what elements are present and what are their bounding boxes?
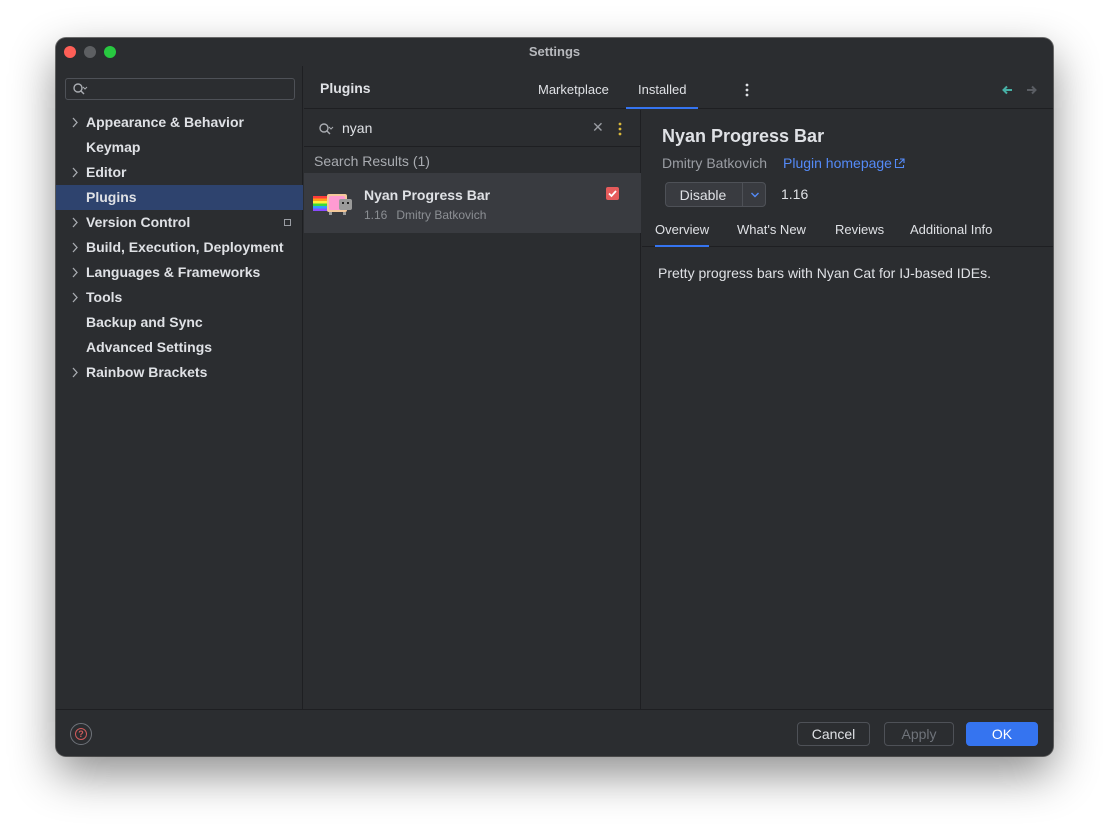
sidebar-item-advanced-settings[interactable]: Advanced Settings: [56, 335, 303, 360]
disable-split-button: Disable: [665, 182, 766, 207]
checkmark-icon: [608, 190, 617, 198]
chevron-right-icon[interactable]: [70, 160, 80, 185]
sidebar-item-backup-sync[interactable]: Backup and Sync: [56, 310, 303, 335]
plugin-detail-vendor[interactable]: Dmitry Batkovich: [662, 155, 767, 171]
chevron-down-icon: [751, 192, 759, 198]
dialog-footer: ? Cancel Apply OK: [56, 709, 1053, 756]
clear-search-icon[interactable]: ✕: [592, 119, 604, 136]
apply-button[interactable]: Apply: [884, 722, 954, 746]
sidebar-item-label: Plugins: [86, 189, 137, 205]
tab-overview[interactable]: Overview: [655, 222, 710, 247]
disable-button[interactable]: Disable: [666, 187, 740, 203]
sidebar-item-label: Editor: [86, 164, 127, 180]
plugin-meta: 1.16 Dmitry Batkovich: [364, 208, 486, 222]
page-title: Plugins: [320, 80, 371, 96]
plugin-description: Pretty progress bars with Nyan Cat for I…: [658, 265, 992, 281]
sidebar-item-label: Appearance & Behavior: [86, 114, 244, 130]
window-title: Settings: [528, 44, 581, 59]
chevron-right-icon[interactable]: [70, 210, 80, 235]
plugin-version: 1.16: [364, 208, 388, 222]
sidebar-item-label: Build, Execution, Deployment: [86, 239, 284, 255]
tab-additional-info[interactable]: Additional Info: [910, 222, 992, 247]
ok-button[interactable]: OK: [966, 722, 1038, 746]
search-results-label: Search Results (1): [314, 153, 430, 169]
tab-whats-new[interactable]: What's New: [737, 222, 806, 247]
sidebar-item-appearance-behavior[interactable]: Appearance & Behavior: [56, 110, 303, 135]
chevron-right-icon[interactable]: [70, 235, 80, 260]
sidebar-item-version-control[interactable]: Version Control: [56, 210, 303, 235]
plugin-search-field[interactable]: nyan ✕: [304, 110, 641, 147]
settings-sidebar: Appearance & Behavior Keymap Editor Plug…: [56, 66, 303, 709]
sidebar-item-tools[interactable]: Tools: [56, 285, 303, 310]
minimize-window-button[interactable]: [84, 46, 96, 58]
disable-options-dropdown[interactable]: [742, 183, 766, 206]
plugin-detail-title: Nyan Progress Bar: [662, 126, 825, 146]
chevron-right-icon[interactable]: [70, 110, 80, 135]
sidebar-item-label: Version Control: [86, 214, 191, 230]
sidebar-item-label: Tools: [86, 289, 123, 305]
search-icon: [73, 83, 88, 95]
settings-tree: Appearance & Behavior Keymap Editor Plug…: [56, 110, 303, 385]
tab-installed[interactable]: Installed: [626, 82, 699, 109]
help-icon: ?: [75, 728, 87, 740]
title-bar: Settings: [56, 38, 1053, 66]
zoom-window-button[interactable]: [104, 46, 116, 58]
plugin-homepage-label: Plugin homepage: [783, 155, 892, 171]
external-link-icon: [894, 158, 905, 169]
settings-window: Settings Appearance & Behavior Keymap Ed…: [56, 38, 1053, 756]
search-options-icon[interactable]: [618, 122, 622, 136]
sidebar-item-label: Languages & Frameworks: [86, 264, 261, 280]
plugin-list-pane: nyan ✕ Search Results (1) Nyan Progress …: [304, 110, 641, 709]
project-level-icon: [284, 219, 291, 226]
plugin-detail-tabs: Overview What's New Reviews Additional I…: [642, 217, 1053, 247]
cancel-button[interactable]: Cancel: [797, 722, 870, 746]
sidebar-item-build-execution-deployment[interactable]: Build, Execution, Deployment: [56, 235, 303, 260]
settings-search-input[interactable]: [65, 78, 295, 100]
plugin-vendor: Dmitry Batkovich: [396, 208, 487, 222]
sidebar-item-label: Rainbow Brackets: [86, 364, 208, 380]
chevron-right-icon[interactable]: [70, 260, 80, 285]
plugin-detail-version: 1.16: [781, 186, 809, 202]
nyan-cat-plugin-icon: [313, 194, 352, 215]
sidebar-item-plugins[interactable]: Plugins: [56, 185, 303, 210]
close-window-button[interactable]: [64, 46, 76, 58]
sidebar-item-editor[interactable]: Editor: [56, 160, 303, 185]
plugin-list-item[interactable]: Nyan Progress Bar 1.16 Dmitry Batkovich: [304, 173, 641, 233]
plugin-name: Nyan Progress Bar: [364, 187, 491, 203]
plugin-homepage-link[interactable]: Plugin homepage: [783, 155, 905, 171]
plugin-enabled-checkbox[interactable]: [606, 187, 619, 200]
sidebar-item-keymap[interactable]: Keymap: [56, 135, 303, 160]
more-options-icon[interactable]: [745, 83, 749, 97]
tab-reviews[interactable]: Reviews: [835, 222, 884, 247]
sidebar-item-label: Backup and Sync: [86, 314, 203, 330]
sidebar-item-label: Advanced Settings: [86, 339, 213, 355]
search-icon: [319, 123, 334, 135]
forward-arrow-icon[interactable]: [1026, 85, 1038, 95]
chevron-right-icon[interactable]: [70, 285, 80, 310]
sidebar-item-label: Keymap: [86, 139, 141, 155]
plugin-detail-pane: Nyan Progress Bar Dmitry Batkovich Plugi…: [642, 110, 1053, 709]
plugins-header: Plugins Marketplace Installed: [304, 66, 1053, 109]
chevron-right-icon[interactable]: [70, 360, 80, 385]
help-button[interactable]: ?: [70, 723, 92, 745]
sidebar-item-rainbow-brackets[interactable]: Rainbow Brackets: [56, 360, 303, 385]
plugin-search-query[interactable]: nyan: [342, 120, 372, 136]
sidebar-item-languages-frameworks[interactable]: Languages & Frameworks: [56, 260, 303, 285]
back-arrow-icon[interactable]: [1001, 85, 1013, 95]
tab-marketplace[interactable]: Marketplace: [538, 82, 609, 109]
